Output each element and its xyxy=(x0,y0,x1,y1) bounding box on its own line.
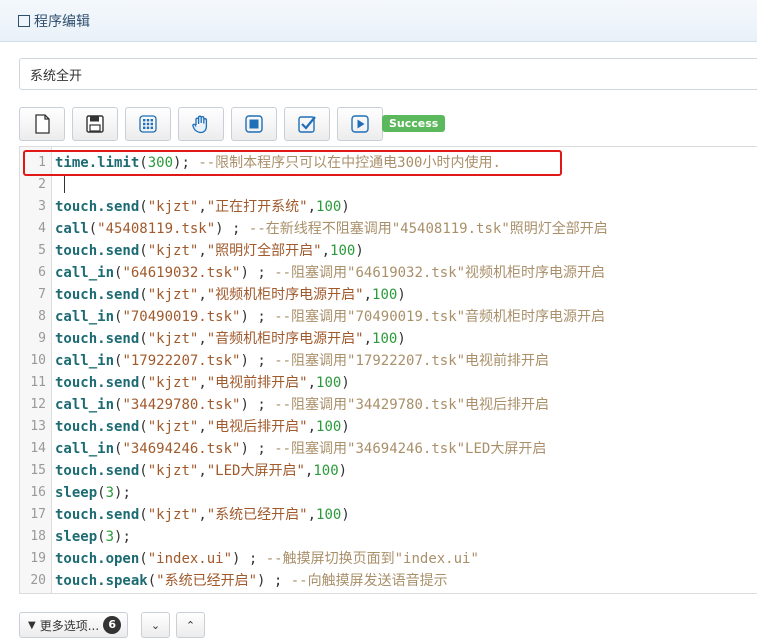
code-line: 12 call_in("34429780.tsk") ; --阻塞调用"34429… xyxy=(20,394,757,416)
save-button[interactable] xyxy=(72,107,118,141)
more-options-count: 6 xyxy=(103,616,122,634)
panel-title-text: 程序编辑 xyxy=(34,14,90,30)
code-text: touch.send("kjzt","LED大屏开启",100) xyxy=(55,463,348,479)
code-text: sleep(3); xyxy=(55,529,131,545)
code-line: 18 sleep(3); xyxy=(20,526,757,548)
line-number: 8 xyxy=(38,309,46,324)
line-number: 16 xyxy=(30,485,46,500)
new-file-icon xyxy=(35,114,50,134)
line-number: 13 xyxy=(30,419,46,434)
line-number: 4 xyxy=(38,221,46,236)
check-icon xyxy=(298,116,316,133)
line-number: 12 xyxy=(30,397,46,412)
code-line: 5 touch.send("kjzt","照明灯全部开启",100) xyxy=(20,240,757,262)
hand-button[interactable] xyxy=(178,107,224,141)
code-line: 14 call_in("34694246.tsk") ; --阻塞调用"34694… xyxy=(20,438,757,460)
run-button[interactable] xyxy=(337,107,383,141)
line-number: 11 xyxy=(30,375,46,390)
code-text: call("45408119.tsk") ; --在新线程不阻塞调用"45408… xyxy=(55,221,608,237)
code-line: 17 touch.send("kjzt","系统已经开启",100) xyxy=(20,504,757,526)
code-text: touch.send("kjzt","正在打开系统",100) xyxy=(55,199,350,215)
line-number: 18 xyxy=(30,529,46,544)
code-text: call_in("34429780.tsk") ; --阻塞调用"3442978… xyxy=(55,397,550,413)
line-number: 17 xyxy=(30,507,46,522)
code-text: call_in("17922207.tsk") ; --阻塞调用"1792220… xyxy=(55,353,550,369)
line-number: 9 xyxy=(38,331,46,346)
code-line: 13 touch.send("kjzt","电视后排开启",100) xyxy=(20,416,757,438)
code-line: 3 touch.send("kjzt","正在打开系统",100) xyxy=(20,196,757,218)
code-text: time.limit(300); --限制本程序只可以在中控通电300小时内使用… xyxy=(55,155,501,171)
line-number: 5 xyxy=(38,243,46,258)
code-line: 20 touch.speak("系统已经开启") ; --向触摸屏发送语音提示 xyxy=(20,570,757,592)
code-text: touch.send("kjzt","电视前排开启",100) xyxy=(55,375,350,391)
stop-icon xyxy=(245,115,263,133)
more-options-label: 更多选项... xyxy=(39,618,100,633)
stop-button[interactable] xyxy=(231,107,277,141)
code-line: 15 touch.send("kjzt","LED大屏开启",100) xyxy=(20,460,757,482)
line-number: 3 xyxy=(38,199,46,214)
new-button[interactable] xyxy=(19,107,65,141)
line-number: 7 xyxy=(38,287,46,302)
code-line: 6 call_in("64619032.tsk") ; --阻塞调用"646190… xyxy=(20,262,757,284)
line-number: 19 xyxy=(30,551,46,566)
code-line: 11 touch.send("kjzt","电视前排开启",100) xyxy=(20,372,757,394)
line-number: 2 xyxy=(38,177,46,192)
code-text: touch.send("kjzt","照明灯全部开启",100) xyxy=(55,243,364,259)
code-line: 8 call_in("70490019.tsk") ; --阻塞调用"704900… xyxy=(20,306,757,328)
code-line: 2 xyxy=(20,174,757,196)
play-icon xyxy=(351,115,369,133)
code-text: call_in("64619032.tsk") ; --阻塞调用"6461903… xyxy=(55,265,606,281)
code-text: touch.send("kjzt","系统已经开启",100) xyxy=(55,507,350,523)
collapse-up-button[interactable]: ⌃ xyxy=(176,612,205,638)
code-text: touch.send("kjzt","视频机柜时序电源开启",100) xyxy=(55,287,406,303)
line-number: 20 xyxy=(30,573,46,588)
code-line: 9 touch.send("kjzt","音频机柜时序电源开启",100) xyxy=(20,328,757,350)
line-number: 14 xyxy=(30,441,46,456)
hand-icon xyxy=(192,115,208,134)
more-options-button[interactable]: ▼ 更多选项... 6 xyxy=(19,612,129,638)
code-line: 4 call("45408119.tsk") ; --在新线程不阻塞调用"4540… xyxy=(20,218,757,240)
code-text: call_in("34694246.tsk") ; --阻塞调用"3469424… xyxy=(55,441,547,457)
code-editor[interactable]: 1 time.limit(300); --限制本程序只可以在中控通电300小时内使… xyxy=(19,146,757,594)
panel-header: 程序编辑 xyxy=(0,0,757,42)
code-text: touch.send("kjzt","音频机柜时序电源开启",100) xyxy=(55,331,406,347)
line-number: 1 xyxy=(38,155,46,170)
line-number: 10 xyxy=(30,353,46,368)
square-icon xyxy=(18,15,30,27)
chevron-down-icon: ▼ xyxy=(28,619,36,631)
code-line: 1 time.limit(300); --限制本程序只可以在中控通电300小时内使… xyxy=(20,152,757,174)
check-button[interactable] xyxy=(284,107,330,141)
code-line: 16 sleep(3); xyxy=(20,482,757,504)
line-number: 15 xyxy=(30,463,46,478)
code-text: touch.speak("系统已经开启") ; --向触摸屏发送语音提示 xyxy=(55,573,448,589)
program-editor-panel: 程序编辑 Success 1 time.limit(300); --限制本程序只可… xyxy=(0,0,757,643)
code-line: 7 touch.send("kjzt","视频机柜时序电源开启",100) xyxy=(20,284,757,306)
grid-icon xyxy=(139,115,157,133)
line-number: 6 xyxy=(38,265,46,280)
code-text: sleep(3); xyxy=(55,485,131,501)
panel-title: 程序编辑 xyxy=(18,11,90,31)
program-name-input[interactable] xyxy=(19,58,757,90)
save-icon xyxy=(86,115,104,133)
status-badge: Success xyxy=(382,115,446,132)
chevron-up-icon: ⌃ xyxy=(185,618,196,632)
code-line: 10 call_in("17922207.tsk") ; --阻塞调用"17922… xyxy=(20,350,757,372)
grid-button[interactable] xyxy=(125,107,171,141)
code-text: touch.open("index.ui") ; --触摸屏切换页面到"inde… xyxy=(55,551,479,567)
code-text: call_in("70490019.tsk") ; --阻塞调用"7049001… xyxy=(55,309,606,325)
code-line: 19 touch.open("index.ui") ; --触摸屏切换页面到"in… xyxy=(20,548,757,570)
chevron-down-icon: ⌄ xyxy=(150,618,161,632)
expand-down-button[interactable]: ⌄ xyxy=(141,612,170,638)
code-text: touch.send("kjzt","电视后排开启",100) xyxy=(55,419,350,435)
